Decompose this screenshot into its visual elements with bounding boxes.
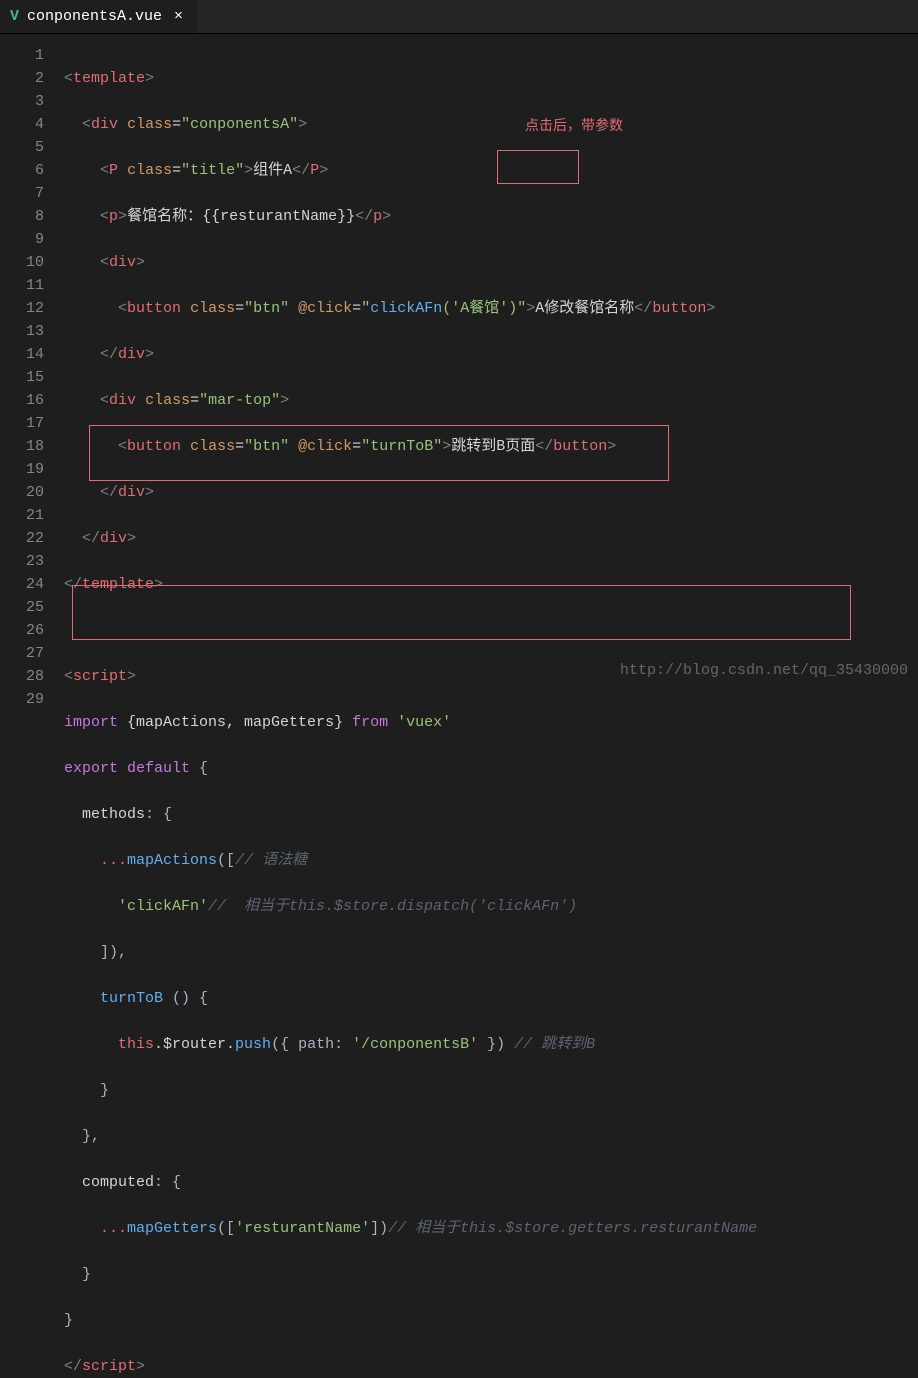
code-line: methods: { — [64, 803, 757, 826]
line-number: 24 — [0, 573, 44, 596]
line-number: 29 — [0, 688, 44, 711]
line-number: 23 — [0, 550, 44, 573]
line-number: 11 — [0, 274, 44, 297]
line-number: 28 — [0, 665, 44, 688]
code-line: </div> — [64, 343, 757, 366]
code-line: <P class="title">组件A</P> — [64, 159, 757, 182]
code-line: ...mapGetters(['resturantName'])// 相当于th… — [64, 1217, 757, 1240]
line-number: 8 — [0, 205, 44, 228]
close-icon[interactable]: × — [170, 8, 187, 25]
code-line — [64, 619, 757, 642]
line-number: 18 — [0, 435, 44, 458]
line-number: 3 — [0, 90, 44, 113]
editor[interactable]: 1 2 3 4 5 6 7 8 9 10 11 12 13 14 15 16 1… — [0, 34, 918, 1378]
code-line: }, — [64, 1125, 757, 1148]
code-line: </div> — [64, 481, 757, 504]
line-number: 5 — [0, 136, 44, 159]
line-number: 9 — [0, 228, 44, 251]
line-number: 21 — [0, 504, 44, 527]
line-number: 16 — [0, 389, 44, 412]
line-number: 27 — [0, 642, 44, 665]
annotation-text: 点击后，带参数 — [525, 115, 623, 135]
code-line: ]), — [64, 941, 757, 964]
line-number: 7 — [0, 182, 44, 205]
line-number: 4 — [0, 113, 44, 136]
code-line: <p>餐馆名称：{{resturantName}}</p> — [64, 205, 757, 228]
line-number: 12 — [0, 297, 44, 320]
watermark: http://blog.csdn.net/qq_35430000 — [620, 662, 908, 679]
line-number: 1 — [0, 44, 44, 67]
code-line: 'clickAFn'// 相当于this.$store.dispatch('cl… — [64, 895, 757, 918]
tab-active[interactable]: V conponentsA.vue × — [0, 0, 197, 33]
code-line: <button class="btn" @click="clickAFn('A餐… — [64, 297, 757, 320]
line-number: 25 — [0, 596, 44, 619]
line-number: 19 — [0, 458, 44, 481]
line-number: 2 — [0, 67, 44, 90]
code-line: } — [64, 1309, 757, 1332]
line-number: 22 — [0, 527, 44, 550]
code-line: <div> — [64, 251, 757, 274]
code-line: import {mapActions, mapGetters} from 'vu… — [64, 711, 757, 734]
line-number: 17 — [0, 412, 44, 435]
code-line: export default { — [64, 757, 757, 780]
code-line: ...mapActions([// 语法糖 — [64, 849, 757, 872]
code-line: this.$router.push({ path: '/conponentsB'… — [64, 1033, 757, 1056]
code-line: <button class="btn" @click="turnToB">跳转到… — [64, 435, 757, 458]
line-number: 10 — [0, 251, 44, 274]
gutter: 1 2 3 4 5 6 7 8 9 10 11 12 13 14 15 16 1… — [0, 34, 58, 1378]
line-number: 14 — [0, 343, 44, 366]
code-line: </template> — [64, 573, 757, 596]
line-number: 6 — [0, 159, 44, 182]
tabs-bar: V conponentsA.vue × — [0, 0, 918, 34]
line-number: 26 — [0, 619, 44, 642]
code-line: } — [64, 1079, 757, 1102]
line-number: 13 — [0, 320, 44, 343]
code-line: turnToB () { — [64, 987, 757, 1010]
code-area[interactable]: <template> <div class="conponentsA"> <P … — [58, 34, 757, 1378]
code-line: <template> — [64, 67, 757, 90]
code-line: } — [64, 1263, 757, 1286]
line-number: 15 — [0, 366, 44, 389]
code-line: </script> — [64, 1355, 757, 1378]
line-number: 20 — [0, 481, 44, 504]
code-line: <div class="mar-top"> — [64, 389, 757, 412]
vue-icon: V — [10, 8, 19, 25]
code-line: </div> — [64, 527, 757, 550]
tab-filename: conponentsA.vue — [27, 8, 162, 25]
code-line: computed: { — [64, 1171, 757, 1194]
code-line: <div class="conponentsA"> — [64, 113, 757, 136]
